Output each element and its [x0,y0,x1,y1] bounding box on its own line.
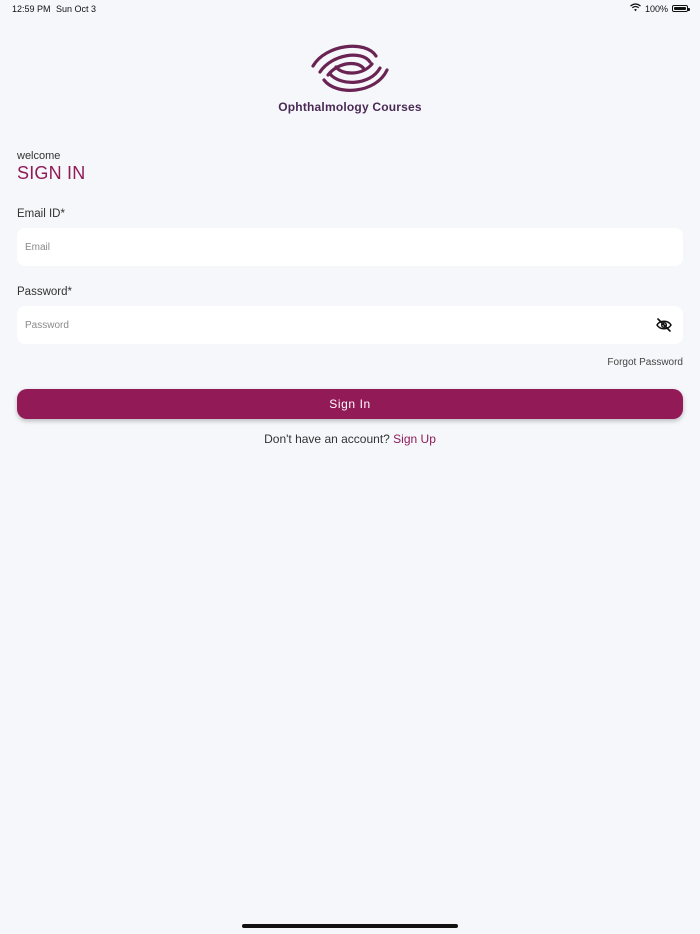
password-label: Password* [17,286,72,298]
status-date: Sun Oct 3 [56,4,97,14]
status-bar: 12:59 PM Sun Oct 3 100% [0,0,700,18]
page-title: SIGN IN [17,163,86,183]
status-indicators: 100% [630,3,690,14]
brand-name: Ophthalmology Courses [278,100,422,114]
eye-off-icon[interactable] [655,316,673,334]
signup-row: Don't have an account? Sign Up [0,432,700,446]
password-field[interactable] [17,306,683,344]
wifi-icon [630,3,641,14]
brand-header: Ophthalmology Courses [0,42,700,114]
home-indicator [242,924,458,928]
battery-icon [672,5,690,12]
forgot-password-link[interactable]: Forgot Password [607,357,683,368]
eye-logo-icon [311,44,389,92]
signup-prompt: Don't have an account? [264,432,390,446]
sign-in-button[interactable]: Sign In [17,389,683,419]
status-time: 12:59 PM [12,4,51,14]
sign-up-link[interactable]: Sign Up [393,432,436,446]
welcome-text: welcome [17,150,61,162]
email-field[interactable] [17,228,683,266]
email-label: Email ID* [17,208,65,220]
battery-percent: 100% [644,3,668,14]
